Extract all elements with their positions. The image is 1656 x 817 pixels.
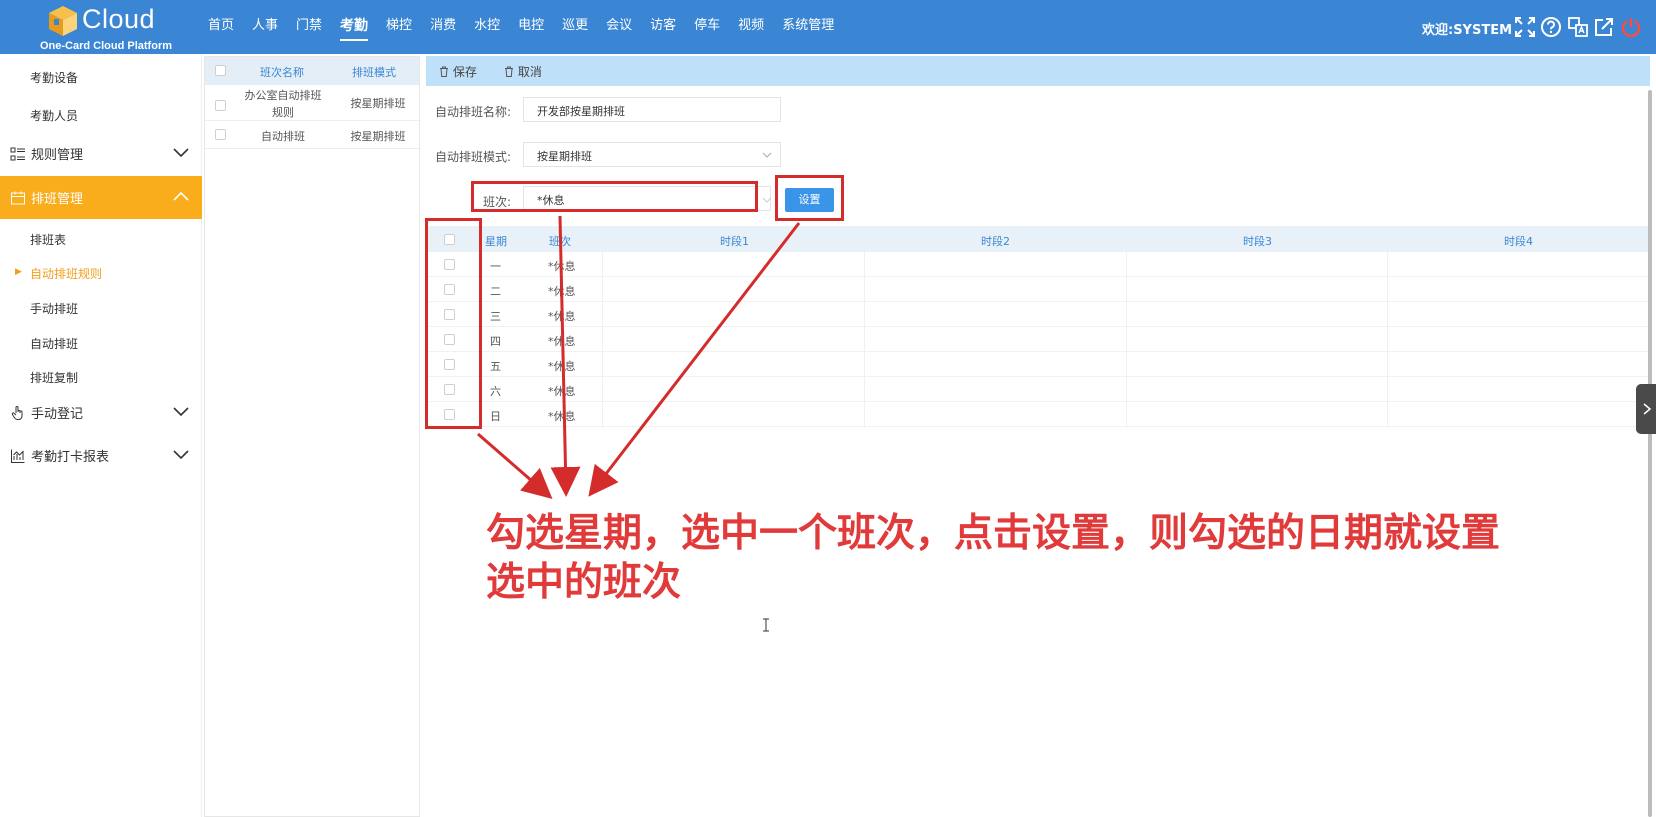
arrow-shift: [550, 215, 581, 497]
annotation-arrows: [477, 215, 801, 499]
panel-toggle-button[interactable]: [1636, 384, 1656, 434]
chevron-right-icon: [1643, 403, 1652, 415]
text-cursor-icon: [763, 618, 769, 632]
vertical-scrollbar[interactable]: [1648, 90, 1652, 817]
annotation-text: 勾选星期，选中一个班次，点击设置，则勾选的日期就设置 选中的班次: [486, 509, 1566, 607]
annotation-line2: 选中的班次: [486, 560, 682, 605]
arrow-set-button: [588, 222, 801, 497]
arrow-weekdays: [477, 432, 553, 499]
annotation-line1: 勾选星期，选中一个班次，点击设置，则勾选的日期就设置: [486, 511, 1501, 556]
